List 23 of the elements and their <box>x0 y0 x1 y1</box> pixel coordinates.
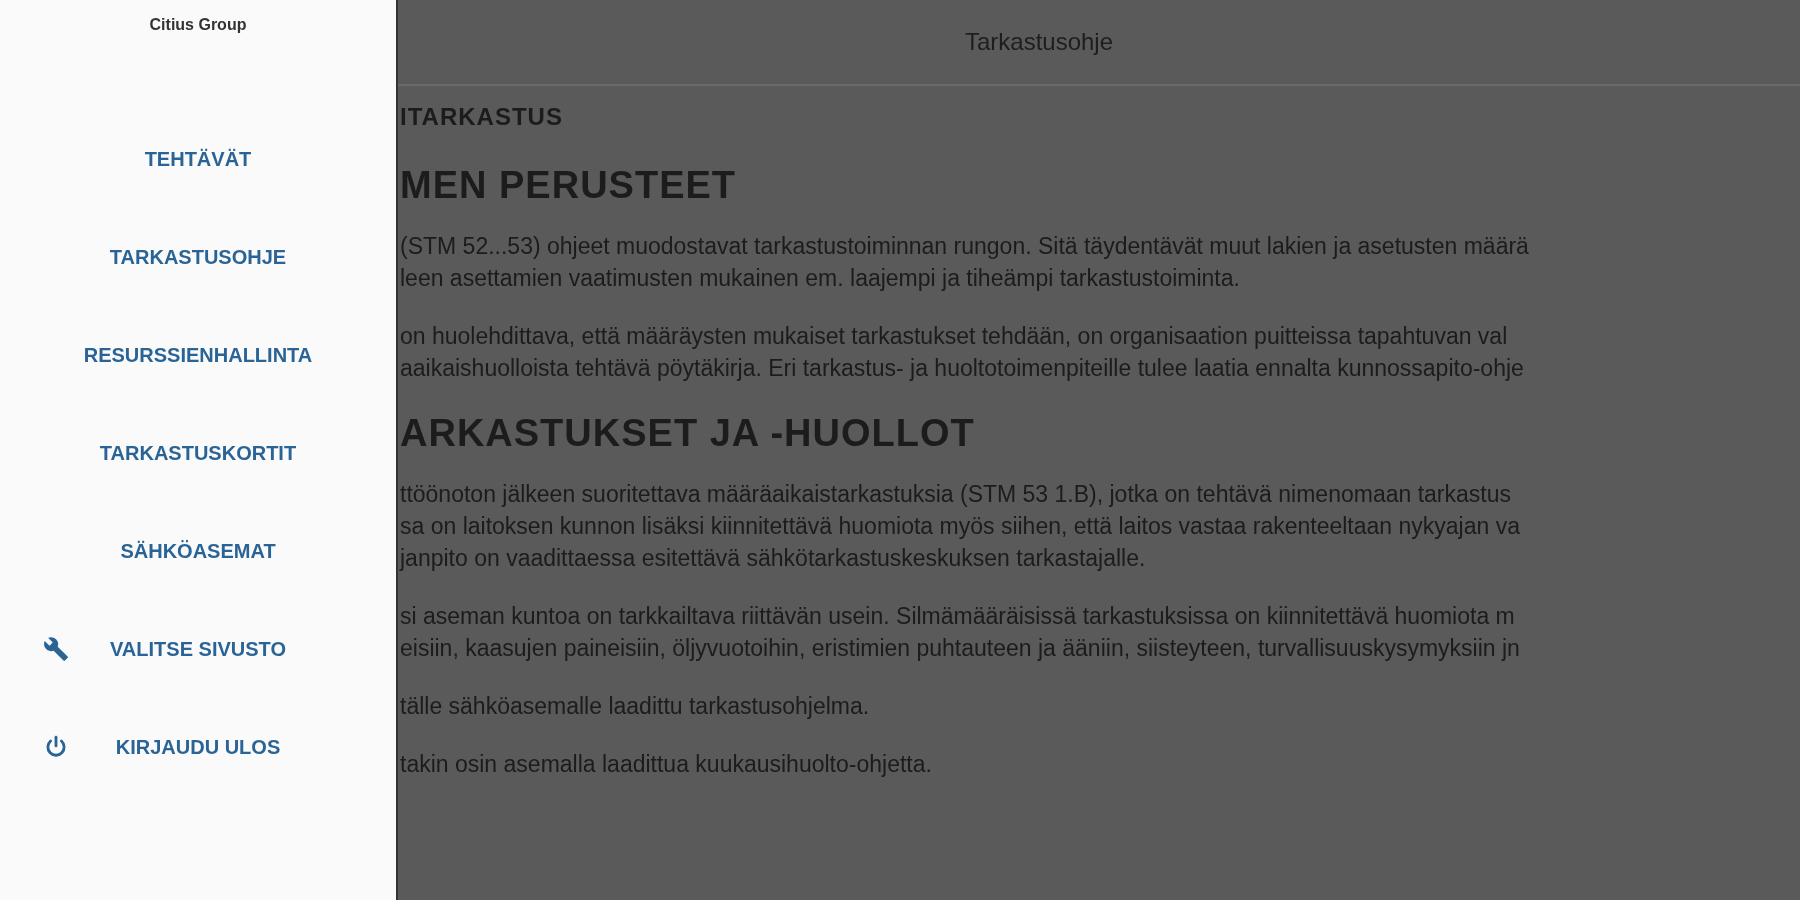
paragraph-line: leen asettamien vaatimusten mukainen em. laajempi ja tiheämpi tarkastustoiminta. <box>400 264 1240 293</box>
paragraph-line: on huolehdittava, että määräysten mukaiset tarkastukset tehdään, on organisaation puitteissa tapahtuvan val <box>400 322 1508 351</box>
section-label: ITARKASTUS <box>400 102 563 132</box>
paragraph-line: takin osin asemalla laadittua kuukausihuolto-ohjetta. <box>400 750 932 779</box>
paragraph-line: sa on laitoksen kunnon lisäksi kiinnitettävä huomiota myös siihen, että laitos vastaa rakenteeltaan nykyajan va <box>400 512 1520 541</box>
section-heading: ARKASTUKSET JA -HUOLLOT <box>400 411 975 456</box>
nav-link[interactable]: TEHTÄVÄT <box>144 144 252 174</box>
paragraph-line: janpito on vaadittaessa esitettävä sähkötarkastuskeskuksen tarkastajalle. <box>400 544 1146 573</box>
paragraph-line: eisiin, kaasujen paineisiin, öljyvuotoihin, eristimien puhtauteen ja ääniin, siisteyteen, turvallisuuskysymyksiin jn <box>400 634 1520 663</box>
page-title: Tarkastusohje <box>964 27 1114 57</box>
nav-link[interactable]: RESURSSIENHALLINTA <box>83 340 313 370</box>
paragraph-line: si aseman kuntoa on tarkkailtava riittävän usein. Silmämääräisissä tarkastuksissa on kiinnitettävä huomiota m <box>400 602 1515 631</box>
paragraph-line: aaikaishuolloista tehtävä pöytäkirja. Eri tarkastus- ja huoltotoimenpiteille tulee laatia ennalta kunnossapito-ohje <box>400 354 1524 383</box>
paragraph-line: ttöönoton jälkeen suoritettava määräaikaistarkastuksia (STM 53 1.B), jotka on tehtävä nimenomaan tarkastus <box>400 480 1511 509</box>
nav-link[interactable]: TARKASTUSOHJE <box>109 242 287 272</box>
nav-link[interactable]: TARKASTUSKORTIT <box>99 438 297 468</box>
brand-name: Citius Group <box>149 15 247 35</box>
paragraph-line: tälle sähköasemalle laadittu tarkastusohjelma. <box>400 692 870 721</box>
section-heading: MEN PERUSTEET <box>400 163 737 208</box>
nav-link[interactable]: SÄHKÖASEMAT <box>120 536 276 566</box>
paragraph-line: (STM 52...53) ohjeet muodostavat tarkastustoiminnan rungon. Sitä täydentävät muut lakien ja asetusten määrä <box>400 232 1529 261</box>
nav-link[interactable]: VALITSE SIVUSTO <box>110 634 286 664</box>
nav-link[interactable]: KIRJAUDU ULOS <box>115 732 281 762</box>
